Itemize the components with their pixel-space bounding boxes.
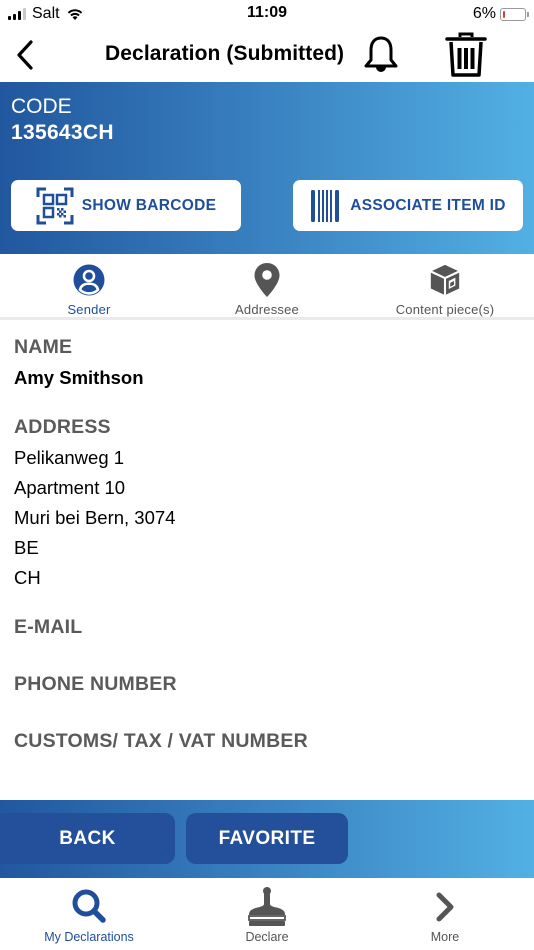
- status-right: 6%: [472, 5, 529, 23]
- qr-code-icon: [36, 187, 74, 224]
- tab-addressee-label: Addressee: [235, 302, 299, 317]
- battery-percent: 6%: [472, 5, 496, 22]
- address-line-1: Pelikanweg 1: [14, 447, 125, 468]
- stamp-icon: [248, 887, 286, 926]
- tab-sender-label: Sender: [67, 302, 111, 317]
- chevron-left-icon: [17, 40, 33, 70]
- associate-item-id-button[interactable]: ASSOCIATE ITEM ID: [293, 180, 523, 231]
- code-header: CODE 135643CH SHOW BARCODE ASSOCIATE ITE…: [0, 82, 534, 254]
- show-barcode-label: SHOW BARCODE: [81, 196, 217, 214]
- email-label: E-MAIL: [14, 616, 83, 638]
- tabbar-my-declarations-label: My Declarations: [44, 930, 134, 944]
- tab-content-pieces-label: Content piece(s): [395, 302, 495, 317]
- bottom-tab-bar: My Declarations Declare More: [0, 878, 534, 950]
- show-barcode-button[interactable]: SHOW BARCODE: [11, 180, 241, 231]
- tabbar-declare[interactable]: Declare: [178, 878, 356, 950]
- search-icon: [72, 889, 106, 923]
- box-icon: [430, 264, 460, 296]
- address-label: ADDRESS: [14, 416, 111, 438]
- chevron-right-icon: [436, 892, 454, 922]
- name-value: Amy Smithson: [14, 367, 144, 388]
- code-value: 135643CH: [11, 121, 114, 144]
- nav-bar: Declaration (Submitted): [0, 28, 534, 82]
- tabbar-more-label: More: [430, 930, 460, 944]
- battery-level: [503, 10, 505, 18]
- tabbar-declare-label: Declare: [245, 930, 289, 944]
- address-line-5: CH: [14, 567, 41, 588]
- back-button[interactable]: [12, 38, 40, 72]
- trash-icon: [445, 32, 487, 77]
- action-bar: BACK FAVORITE: [0, 800, 534, 878]
- address-line-4: BE: [14, 537, 39, 558]
- favorite-button[interactable]: FAVORITE: [186, 813, 348, 864]
- name-label: NAME: [14, 336, 73, 358]
- address-line-2: Apartment 10: [14, 477, 126, 498]
- bell-icon: [364, 36, 398, 72]
- code-label: CODE: [11, 95, 72, 118]
- tab-addressee[interactable]: Addressee: [178, 254, 356, 317]
- address-line-3: Muri bei Bern, 3074: [14, 507, 176, 528]
- battery-icon: [500, 7, 529, 21]
- status-bar: Salt 11:09 6%: [0, 0, 534, 28]
- tab-sender[interactable]: Sender: [0, 254, 178, 317]
- delete-button[interactable]: [444, 31, 488, 79]
- sender-details: NAME Amy Smithson ADDRESS Pelikanweg 1 A…: [0, 323, 534, 800]
- notifications-button[interactable]: [362, 34, 400, 76]
- customs-tax-vat-label: CUSTOMS/ TAX / VAT NUMBER: [14, 730, 308, 752]
- tabbar-more[interactable]: More: [356, 878, 534, 950]
- phone-label: PHONE NUMBER: [14, 673, 177, 695]
- tabbar-my-declarations[interactable]: My Declarations: [0, 878, 178, 950]
- back-action-button[interactable]: BACK: [0, 813, 175, 864]
- section-tabs: Sender Addressee Content piece(s): [0, 254, 534, 320]
- page-title: Declaration (Submitted): [105, 42, 345, 65]
- user-circle-icon: [73, 264, 105, 296]
- tab-content-pieces[interactable]: Content piece(s): [356, 254, 534, 317]
- map-pin-icon: [254, 263, 280, 297]
- clock: 11:09: [246, 4, 288, 21]
- associate-item-id-label: ASSOCIATE ITEM ID: [350, 196, 506, 214]
- barcode-icon: [311, 189, 340, 222]
